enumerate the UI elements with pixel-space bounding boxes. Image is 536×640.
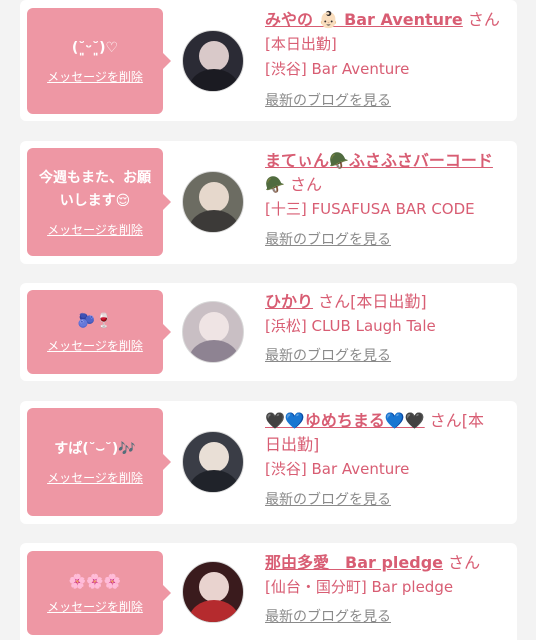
message-text: (˘͈ᵕ˘͈)♡ <box>71 40 119 56</box>
shop-name: [仙台・国分町] Bar pledge <box>265 578 454 596</box>
honorific: さん <box>290 175 323 194</box>
message-text: 🌸🌸🌸 <box>68 574 122 590</box>
message-card: 🫐🍷 メッセージを削除 ひかり さん[本日出勤] [浜松] CLUB Laugh… <box>20 283 517 381</box>
latest-blog-link[interactable]: 最新のブログを見る <box>265 345 509 367</box>
avatar[interactable] <box>182 561 244 623</box>
message-feed: (˘͈ᵕ˘͈)♡ メッセージを削除 みやの 👶🏻 Bar Aventure さん… <box>0 0 536 640</box>
message-card: 🌸🌸🌸 メッセージを削除 那由多愛 Bar pledge さん [仙台・国分町]… <box>20 543 517 640</box>
shop-name: [浜松] CLUB Laugh Tale <box>265 317 436 335</box>
latest-blog-link[interactable]: 最新のブログを見る <box>265 90 509 112</box>
shop-name: [渋谷] Bar Aventure <box>265 460 410 478</box>
message-bubble: 今週もまた、お願いします😌 メッセージを削除 <box>27 148 171 256</box>
cast-name-link[interactable]: ひかり <box>265 292 313 311</box>
message-bubble: すぱ(˘⌣˘)🎶 メッセージを削除 <box>27 408 171 516</box>
cast-name-link[interactable]: 🖤💙ゆめちまる💙🖤 <box>265 411 425 430</box>
message-text: すぱ(˘⌣˘)🎶 <box>54 441 136 457</box>
delete-message-link[interactable]: メッセージを削除 <box>47 337 143 354</box>
message-text: 🫐🍷 <box>77 313 113 329</box>
honorific: さん[本日出勤] <box>318 292 427 311</box>
work-status: [本日出勤] <box>265 35 337 53</box>
avatar[interactable] <box>182 301 244 363</box>
cast-name-link[interactable]: みやの 👶🏻 Bar Aventure <box>265 10 463 29</box>
message-card: (˘͈ᵕ˘͈)♡ メッセージを削除 みやの 👶🏻 Bar Aventure さん… <box>20 0 517 121</box>
message-bubble: 🫐🍷 メッセージを削除 <box>27 290 171 374</box>
honorific: さん <box>448 553 481 572</box>
cast-name-emoji: 🪖 <box>265 175 285 194</box>
cast-name-link[interactable]: まてぃん🪖ふさふさバーコード <box>265 151 493 170</box>
avatar[interactable] <box>182 431 244 493</box>
delete-message-link[interactable]: メッセージを削除 <box>47 221 143 238</box>
honorific: さん <box>467 10 500 29</box>
avatar[interactable] <box>182 171 244 233</box>
latest-blog-link[interactable]: 最新のブログを見る <box>265 229 509 251</box>
honorific: さん[本 <box>429 411 485 430</box>
message-bubble: (˘͈ᵕ˘͈)♡ メッセージを削除 <box>27 8 171 114</box>
delete-message-link[interactable]: メッセージを削除 <box>47 598 143 615</box>
delete-message-link[interactable]: メッセージを削除 <box>47 469 143 486</box>
message-text: 今週もまた、お願いします😌 <box>39 169 151 209</box>
message-bubble: 🌸🌸🌸 メッセージを削除 <box>27 551 171 635</box>
delete-message-link[interactable]: メッセージを削除 <box>47 68 143 85</box>
cast-name-link[interactable]: 那由多愛 Bar pledge <box>265 553 443 572</box>
latest-blog-link[interactable]: 最新のブログを見る <box>265 489 509 511</box>
shop-name: [渋谷] Bar Aventure <box>265 60 410 78</box>
latest-blog-link[interactable]: 最新のブログを見る <box>265 606 509 628</box>
avatar[interactable] <box>182 30 244 92</box>
message-card: 今週もまた、お願いします😌 メッセージを削除 まてぃん🪖ふさふさバーコード 🪖 … <box>20 141 517 264</box>
work-status: 日出勤] <box>265 435 320 454</box>
message-card: すぱ(˘⌣˘)🎶 メッセージを削除 🖤💙ゆめちまる💙🖤 さん[本 日出勤] [渋… <box>20 401 517 524</box>
shop-name: [十三] FUSAFUSA BAR CODE <box>265 200 475 218</box>
